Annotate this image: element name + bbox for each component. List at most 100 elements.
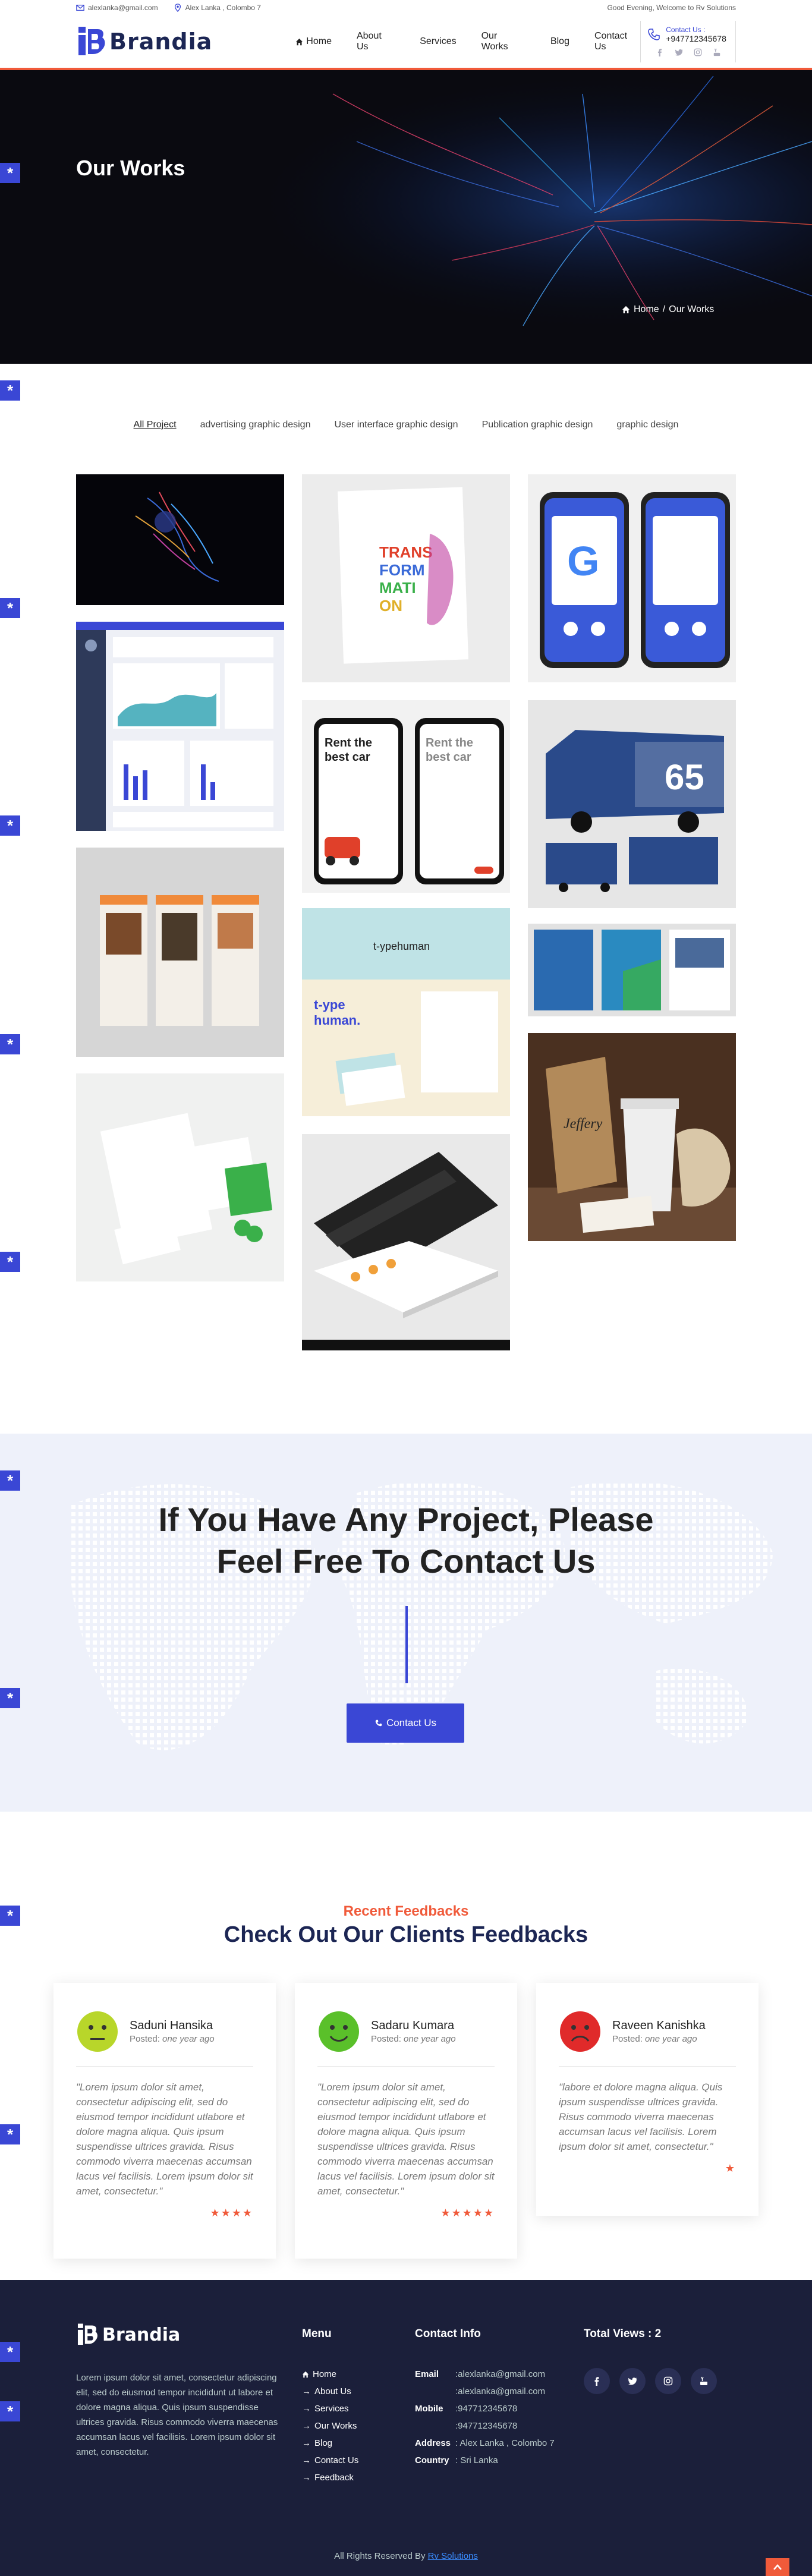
arrow-right-icon: → (302, 2421, 311, 2431)
portfolio-item[interactable]: t-ypehuman t-ype human. (302, 908, 510, 1116)
portfolio-item[interactable] (76, 622, 284, 831)
country-label: Country (415, 2455, 449, 2465)
copyright-link[interactable]: Rv Solutions (428, 2551, 478, 2561)
instagram-button[interactable] (655, 2368, 681, 2394)
portfolio-item[interactable]: 65 (528, 700, 736, 908)
twitter-button[interactable] (619, 2368, 646, 2394)
footer-menu-item[interactable]: Home (302, 2366, 358, 2383)
svg-text:human.: human. (314, 1013, 360, 1028)
instagram-icon[interactable] (694, 48, 702, 56)
mobile-value[interactable]: :947712345678 (455, 2400, 517, 2417)
country-value: : Sri Lanka (455, 2455, 498, 2465)
portfolio-item[interactable] (76, 848, 284, 1057)
feedbacks-title: Check Out Our Clients Feedbacks (224, 1922, 588, 1947)
nav-contact[interactable]: Contact Us (594, 31, 640, 52)
footer-menu-label: Blog (314, 2438, 333, 2448)
portfolio-image: TRANS FORM MATI ON (302, 474, 510, 682)
filter-advertising[interactable]: advertising graphic design (200, 420, 311, 430)
review-rating: ★★★★★ (440, 2207, 495, 2219)
email-value[interactable]: :alexlanka@gmail.com (455, 2383, 545, 2400)
logo-mark-icon (77, 2323, 97, 2345)
nav-our-works[interactable]: Our Works (481, 31, 525, 52)
portfolio-item[interactable]: Jeffery (528, 1033, 736, 1241)
header-contact-phone[interactable]: +947712345678 (666, 34, 726, 43)
side-marker[interactable]: * (0, 2124, 20, 2144)
portfolio-item[interactable] (76, 474, 284, 605)
review-date-prefix: Posted: (371, 2034, 401, 2044)
nav-about[interactable]: About Us (357, 31, 395, 52)
review-text: "labore et dolore magna aliqua. Quis ips… (559, 2081, 723, 2152)
facebook-button[interactable] (584, 2368, 610, 2394)
arrow-right-icon: → (302, 2386, 311, 2397)
review-date-prefix: Posted: (612, 2034, 643, 2044)
footer-menu-item[interactable]: → About Us (302, 2383, 358, 2400)
main-nav: Home About Us Services Our Works Blog Co… (295, 31, 640, 52)
side-marker[interactable]: * (0, 598, 20, 618)
footer-socials (584, 2368, 717, 2394)
portfolio-item[interactable]: G (528, 474, 736, 682)
footer-menu-item[interactable]: → Our Works (302, 2417, 358, 2435)
site-logo[interactable]: Brandia (76, 26, 212, 58)
mobile-value[interactable]: :947712345678 (455, 2417, 517, 2435)
facebook-icon[interactable] (656, 48, 664, 56)
banner-background-art (0, 70, 812, 364)
side-marker[interactable]: * (0, 2342, 20, 2362)
footer-about: Lorem ipsum dolor sit amet, consectetur … (76, 2373, 278, 2457)
footer-menu-item[interactable]: → Services (302, 2400, 358, 2417)
side-marker[interactable]: * (0, 2401, 20, 2421)
footer-menu-label: Services (314, 2404, 349, 2414)
filter-ui-design[interactable]: User interface graphic design (334, 420, 458, 430)
youtube-icon[interactable] (713, 48, 721, 56)
back-to-top-button[interactable] (766, 2558, 789, 2576)
logo-wordmark: Brandia (109, 29, 213, 55)
contact-us-button[interactable]: Contact Us (347, 1703, 464, 1743)
side-marker[interactable]: * (0, 1470, 20, 1491)
page-banner: Our Works Home / Our Works (0, 70, 812, 364)
side-marker[interactable]: * (0, 1252, 20, 1272)
topbar-address: Alex Lanka , Colombo 7 (174, 4, 261, 12)
breadcrumb-home[interactable]: Home (634, 304, 659, 315)
youtube-button[interactable] (691, 2368, 717, 2394)
nav-services[interactable]: Services (420, 31, 456, 52)
arrow-right-icon: → (302, 2438, 311, 2448)
side-marker[interactable]: * (0, 380, 20, 401)
side-marker[interactable]: * (0, 815, 20, 836)
contact-us-button-label: Contact Us (386, 1717, 437, 1728)
portfolio-item[interactable] (528, 924, 736, 1016)
review-date: Posted: one year ago (130, 2034, 215, 2044)
portfolio-grid: TRANS FORM MATI ON Rent the best car Ren… (76, 474, 736, 1443)
reviewer-name: Raveen Kanishka (612, 2019, 706, 2032)
review-text: "Lorem ipsum dolor sit amet, consectetur… (76, 2081, 253, 2197)
email-label: Email (415, 2369, 439, 2379)
footer-logo[interactable]: Brandia (76, 2323, 180, 2347)
portfolio-item[interactable]: Rent the best car Rent the best car (302, 700, 510, 893)
review-date-prefix: Posted: (130, 2034, 160, 2044)
filter-publication[interactable]: Publication graphic design (482, 420, 593, 430)
portfolio-item[interactable] (302, 1134, 510, 1350)
side-marker[interactable]: * (0, 163, 20, 183)
footer-menu-item[interactable]: → Contact Us (302, 2452, 358, 2469)
review-date-value: one year ago (162, 2034, 215, 2044)
svg-text:Rent the: Rent the (426, 736, 473, 750)
portfolio-item[interactable]: TRANS FORM MATI ON (302, 474, 510, 682)
portfolio-image (302, 1134, 510, 1350)
portfolio-image (76, 622, 284, 831)
site-header: Brandia Home About Us Services Our Works… (0, 15, 812, 70)
nav-home[interactable]: Home (295, 31, 332, 52)
footer-menu-item[interactable]: → Feedback (302, 2469, 358, 2486)
filter-all-project[interactable]: All Project (134, 420, 177, 430)
side-marker[interactable]: * (0, 1906, 20, 1926)
nav-blog[interactable]: Blog (550, 31, 569, 52)
location-pin-icon (174, 4, 181, 12)
side-marker[interactable]: * (0, 1034, 20, 1054)
twitter-icon[interactable] (675, 48, 683, 56)
email-value[interactable]: :alexlanka@gmail.com (455, 2366, 545, 2383)
portfolio-item[interactable] (76, 1073, 284, 1281)
footer-menu-item[interactable]: → Blog (302, 2435, 358, 2452)
chevron-up-icon (773, 2564, 782, 2570)
filter-graphic-design[interactable]: graphic design (616, 420, 678, 430)
topbar-email[interactable]: alexlanka@gmail.com (76, 4, 158, 12)
footer-menu-label: Our Works (314, 2421, 357, 2431)
reviewer-name: Sadaru Kumara (371, 2019, 455, 2032)
side-marker[interactable]: * (0, 1688, 20, 1708)
